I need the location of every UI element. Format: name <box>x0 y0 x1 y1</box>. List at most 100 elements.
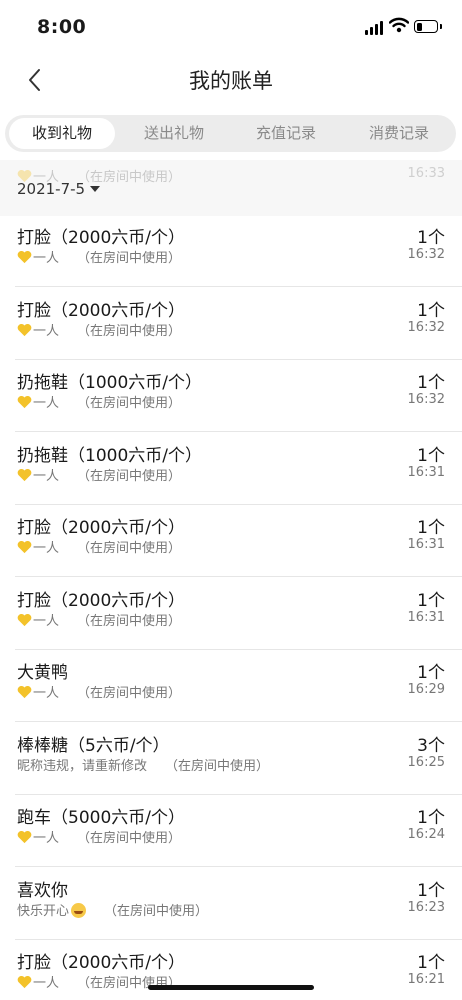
usage-note: （在房间中使用） <box>77 396 182 411</box>
gift-count: 1个 <box>417 953 445 973</box>
obscured-row-time: 16:33 <box>407 166 445 181</box>
home-indicator <box>148 985 314 990</box>
wifi-icon <box>389 17 409 33</box>
gift-sender-line: 一人 （在房间中使用） <box>17 247 181 266</box>
sender-name: 快乐开心 <box>17 903 70 919</box>
tab-bar: 收到礼物 送出礼物 充值记录 消费记录 <box>5 115 456 152</box>
usage-note: （在房间中使用） <box>77 468 182 484</box>
gift-sender-line: 快乐开心 （在房间中使用） <box>17 900 208 919</box>
gift-sender-line: 一人 （在房间中使用） <box>17 320 181 339</box>
heart-icon <box>17 975 32 989</box>
gift-record-row[interactable]: 打脸（2000六币/个） 一人 （在房间中使用） 1个 16:31 <box>0 578 462 650</box>
sender-name: 一人 <box>33 541 60 556</box>
gift-time: 16:29 <box>407 682 445 697</box>
date-section-header: 一人 （在房间中使用） 16:33 2021-7-5 <box>0 160 462 216</box>
gift-time: 16:32 <box>407 247 445 262</box>
gift-name: 打脸（2000六币/个） <box>17 228 185 248</box>
gift-count: 1个 <box>417 300 445 321</box>
gift-sender-line: 一人 （在房间中使用） <box>17 827 181 846</box>
sender-name: 一人 <box>33 396 60 411</box>
usage-note: （在房间中使用） <box>165 758 270 774</box>
heart-icon <box>17 540 32 554</box>
gift-record-row[interactable]: 打脸（2000六币/个） 一人 （在房间中使用） 1个 16:21 <box>0 940 462 1000</box>
usage-note: （在房间中使用） <box>77 831 182 846</box>
gift-count: 1个 <box>417 590 445 611</box>
heart-icon <box>17 685 32 699</box>
gift-time: 16:25 <box>407 754 445 770</box>
battery-tip <box>440 24 442 29</box>
gift-name: 打脸（2000六币/个） <box>17 953 185 973</box>
gift-sender-line: 一人 （在房间中使用） <box>17 465 181 484</box>
battery-icon <box>414 20 438 33</box>
gift-name: 大黄鸭 <box>17 663 68 683</box>
heart-icon <box>17 250 32 264</box>
usage-note: （在房间中使用） <box>104 903 209 919</box>
gift-time: 16:31 <box>407 609 445 625</box>
gift-count: 3个 <box>417 735 445 756</box>
gift-sender-line: 一人 （在房间中使用） <box>17 537 181 556</box>
page-title: 我的账单 <box>189 69 273 93</box>
gift-sender-line: 一人 （在房间中使用） <box>17 392 181 411</box>
gift-record-row[interactable]: 跑车（5000六币/个） 一人 （在房间中使用） 1个 16:24 <box>0 795 462 867</box>
caret-down-icon <box>90 186 101 192</box>
gift-name: 棒棒糖（5六币/个） <box>17 735 170 756</box>
sender-name: 一人 <box>33 468 60 484</box>
gift-record-row[interactable]: 扔拖鞋（1000六币/个） 一人 （在房间中使用） 1个 16:31 <box>0 433 462 505</box>
gift-time: 16:21 <box>407 972 445 987</box>
gift-sender-line: 一人 （在房间中使用） <box>17 682 181 701</box>
gift-record-row[interactable]: 喜欢你 快乐开心 （在房间中使用） 1个 16:23 <box>0 868 462 940</box>
gift-count: 1个 <box>417 445 445 466</box>
sender-name: 一人 <box>33 686 60 701</box>
gift-time: 16:32 <box>407 392 445 407</box>
gift-sender-line: 昵称违规，请重新修改 （在房间中使用） <box>17 755 269 774</box>
tab-recharge-records[interactable]: 充值记录 <box>233 118 339 149</box>
date-selector[interactable]: 2021-7-5 <box>17 180 101 198</box>
gift-count: 1个 <box>417 518 445 538</box>
status-time: 8:00 <box>37 16 87 38</box>
gift-time: 16:32 <box>407 319 445 335</box>
tab-sent-gifts[interactable]: 送出礼物 <box>121 118 227 149</box>
status-bar: 8:00 <box>0 0 462 52</box>
usage-note: （在房间中使用） <box>77 541 182 556</box>
gift-name: 跑车（5000六币/个） <box>17 808 185 828</box>
sender-name: 昵称违规，请重新修改 <box>17 758 148 774</box>
tab-consumption-records[interactable]: 消费记录 <box>346 118 452 149</box>
gift-count: 1个 <box>417 880 445 901</box>
gift-name: 扔拖鞋（1000六币/个） <box>17 445 202 466</box>
sender-name: 一人 <box>33 251 60 266</box>
gift-name: 扔拖鞋（1000六币/个） <box>17 373 202 393</box>
nav-bar: 我的账单 <box>0 52 462 108</box>
gift-name: 打脸（2000六币/个） <box>17 590 185 611</box>
usage-note: （在房间中使用） <box>77 251 182 266</box>
sender-name: 一人 <box>33 613 60 629</box>
date-label: 2021-7-5 <box>17 180 86 198</box>
heart-icon <box>17 468 32 481</box>
gift-record-row[interactable]: 打脸（2000六币/个） 一人 （在房间中使用） 1个 16:31 <box>0 505 462 577</box>
gift-count: 1个 <box>417 808 445 828</box>
heart-icon <box>17 395 32 409</box>
gift-count: 1个 <box>417 663 445 683</box>
gift-record-row[interactable]: 打脸（2000六币/个） 一人 （在房间中使用） 1个 16:32 <box>0 288 462 360</box>
heart-icon <box>17 323 32 336</box>
sender-name: 一人 <box>33 323 60 339</box>
grinning-emoji-icon <box>71 902 87 918</box>
gift-count: 1个 <box>417 228 445 248</box>
usage-note: （在房间中使用） <box>77 323 182 339</box>
sender-name: 一人 <box>33 976 60 991</box>
gift-record-row[interactable]: 扔拖鞋（1000六币/个） 一人 （在房间中使用） 1个 16:32 <box>0 360 462 432</box>
cellular-signal-icon <box>365 21 385 35</box>
gift-time: 16:31 <box>407 537 445 552</box>
usage-note: （在房间中使用） <box>77 613 182 629</box>
gift-record-list[interactable]: 打脸（2000六币/个） 一人 （在房间中使用） 1个 16:32 打脸（2000六币/个… <box>0 160 462 1000</box>
gift-name: 喜欢你 <box>17 880 68 901</box>
sender-name: 一人 <box>33 831 60 846</box>
gift-name: 打脸（2000六币/个） <box>17 300 185 321</box>
gift-count: 1个 <box>417 373 445 393</box>
heart-icon <box>17 830 32 844</box>
gift-record-row[interactable]: 大黄鸭 一人 （在房间中使用） 1个 16:29 <box>0 650 462 722</box>
gift-record-row[interactable]: 打脸（2000六币/个） 一人 （在房间中使用） 1个 16:32 <box>0 215 462 287</box>
gift-time: 16:31 <box>407 464 445 480</box>
gift-name: 打脸（2000六币/个） <box>17 518 185 538</box>
tab-received-gifts[interactable]: 收到礼物 <box>9 118 115 149</box>
gift-record-row[interactable]: 棒棒糖（5六币/个） 昵称违规，请重新修改 （在房间中使用） 3个 16:25 <box>0 723 462 795</box>
